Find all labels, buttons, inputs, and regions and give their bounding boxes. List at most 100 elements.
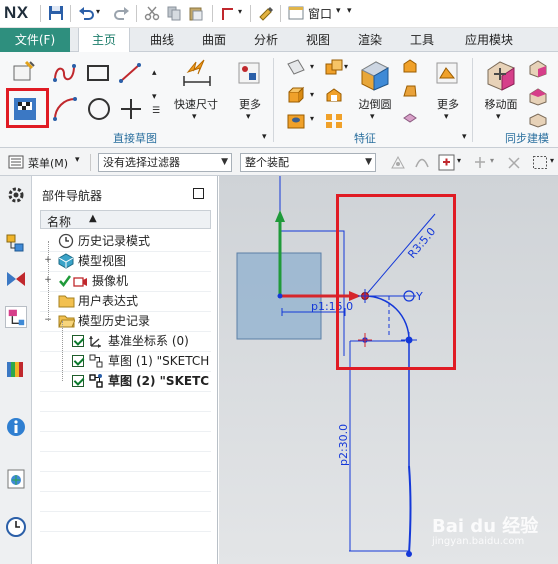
tree-item-cameras[interactable]: + 摄像机 (40, 271, 211, 291)
navigator-column-header[interactable]: 名称 ▲ (40, 210, 211, 229)
line-end-point[interactable] (406, 551, 412, 557)
tab-curve[interactable]: 曲线 (140, 28, 184, 52)
point-icon[interactable] (118, 96, 144, 122)
selection-intent-icon[interactable] (506, 155, 522, 170)
menu-chevron-icon[interactable]: ▾ (75, 155, 80, 165)
hole-icon[interactable] (286, 112, 306, 130)
pull-face-icon[interactable] (528, 58, 548, 78)
tree-item-model-views[interactable]: + 模型视图 (40, 251, 211, 271)
tree-item-datum-csys[interactable]: 基准坐标系 (0) (40, 331, 211, 351)
datum-plane-icon[interactable] (286, 58, 306, 76)
maximize-icon[interactable] (193, 188, 204, 199)
rectangle-select-icon[interactable] (532, 155, 548, 170)
move-face-dropdown-icon[interactable]: ▾ (496, 112, 501, 122)
quick-dimension-button[interactable]: 快速尺寸 (168, 96, 224, 112)
rectangle-icon[interactable] (86, 64, 110, 82)
tree-item-sketch-1[interactable]: 草图 (1) "SKETCH (40, 351, 211, 371)
type-filter-select[interactable]: 没有选择过滤器 ▼ (98, 153, 232, 172)
delete-face-icon[interactable] (528, 112, 548, 128)
tree-item-history-mode[interactable]: 历史记录模式 (40, 231, 211, 251)
trim-body-icon[interactable] (402, 108, 418, 124)
quick-dimension-dropdown-icon[interactable]: ▾ (192, 112, 197, 122)
scroll-up-icon[interactable]: ▴ (152, 68, 157, 78)
snap-point-icon[interactable] (390, 155, 406, 170)
visibility-checkbox[interactable] (72, 375, 84, 387)
tab-analysis[interactable]: 分析 (244, 28, 288, 52)
edge-blend-dropdown-icon[interactable]: ▾ (370, 112, 375, 122)
move-face-button[interactable]: 移动面 (478, 96, 524, 112)
redo-icon[interactable] (114, 5, 130, 21)
group-options-icon[interactable]: ▾ (262, 132, 267, 142)
constraint-navigator-icon[interactable] (5, 268, 27, 290)
replace-face-icon[interactable] (528, 86, 548, 106)
tab-surface[interactable]: 曲面 (192, 28, 236, 52)
tab-file[interactable]: 文件(F) (0, 28, 70, 52)
select-face-icon[interactable] (438, 154, 455, 171)
tree-item-sketch-2[interactable]: 草图 (2) "SKETC (40, 371, 211, 391)
reuse-library-icon[interactable] (5, 358, 27, 380)
rectangle-select-dropdown-icon[interactable]: ▾ (550, 156, 554, 165)
window-menu[interactable]: 窗口 (308, 5, 332, 22)
selection-scope-select[interactable]: 整个装配 ▼ (240, 153, 376, 172)
more-feature-dropdown-icon[interactable]: ▾ (444, 112, 449, 122)
origin-point[interactable] (277, 293, 283, 299)
more-feature-icon[interactable] (434, 60, 460, 86)
history-clock-icon[interactable] (5, 516, 27, 538)
more-sketch-icon[interactable] (236, 60, 262, 86)
sketch-icon[interactable] (12, 60, 38, 84)
menu-button[interactable]: 菜单(M) (28, 155, 68, 171)
boolean-dropdown-icon[interactable]: ▾ (344, 62, 348, 71)
web-browser-icon[interactable] (5, 468, 27, 490)
tab-application[interactable]: 应用模块 (452, 28, 526, 52)
group-options-icon[interactable]: ▾ (462, 132, 467, 142)
window-menu-chevron-icon[interactable]: ▾ (336, 6, 341, 16)
info-icon[interactable] (5, 416, 27, 438)
arc-icon[interactable] (52, 96, 78, 122)
menu-icon[interactable] (8, 155, 24, 169)
gallery-more-icon[interactable]: ☰ (152, 106, 160, 116)
tree-item-user-expressions[interactable]: 用户表达式 (40, 291, 211, 311)
line-icon[interactable] (118, 62, 142, 84)
customize-chevron-icon[interactable]: ▾ (347, 6, 352, 16)
tree-item-model-history[interactable]: − 模型历史记录 (40, 311, 211, 331)
tab-home[interactable]: 主页 (78, 28, 130, 53)
hole-dropdown-icon[interactable]: ▾ (310, 114, 314, 123)
visibility-checkbox[interactable] (72, 335, 84, 347)
quick-dimension-icon[interactable] (180, 58, 214, 88)
more-dropdown-icon[interactable]: ▾ (246, 112, 251, 122)
sort-ascending-icon[interactable]: ▲ (89, 213, 97, 224)
draft-icon[interactable] (402, 82, 418, 98)
move-face-icon[interactable] (484, 58, 518, 92)
more-feature-button[interactable]: 更多 (428, 96, 468, 112)
edge-blend-icon[interactable] (358, 58, 392, 92)
p2-dimension-label[interactable]: p2:30.0 (337, 424, 350, 466)
undo-icon[interactable] (78, 5, 94, 21)
extrude-dropdown-icon[interactable]: ▾ (310, 90, 314, 99)
repeat-dropdown-icon[interactable]: ▾ (238, 7, 242, 16)
part-navigator-icon[interactable] (5, 306, 27, 328)
save-icon[interactable] (48, 5, 64, 21)
visibility-checkbox[interactable] (72, 355, 84, 367)
snap-settings-icon[interactable] (472, 155, 488, 170)
more-button[interactable]: 更多 (230, 96, 270, 112)
circle-icon[interactable] (86, 96, 112, 122)
snap-dropdown-icon[interactable]: ▾ (490, 156, 494, 165)
scroll-down-icon[interactable]: ▾ (152, 92, 157, 102)
copy-icon[interactable] (166, 5, 182, 21)
extrude-icon[interactable] (286, 86, 306, 104)
tab-render[interactable]: 渲染 (348, 28, 392, 52)
repeat-command-icon[interactable] (220, 5, 236, 21)
edge-blend-button[interactable]: 边倒圆 (352, 96, 398, 112)
tab-tools[interactable]: 工具 (400, 28, 444, 52)
chamfer-icon[interactable] (402, 58, 418, 74)
settings-gear-icon[interactable] (5, 184, 27, 206)
undo-dropdown-icon[interactable]: ▾ (96, 7, 100, 16)
shell-icon[interactable] (324, 86, 344, 104)
profile-icon[interactable] (52, 62, 78, 84)
curve-rule-icon[interactable] (414, 155, 430, 170)
touch-mode-icon[interactable] (258, 5, 274, 21)
tab-view[interactable]: 视图 (296, 28, 340, 52)
select-face-dropdown-icon[interactable]: ▾ (457, 156, 461, 165)
paste-icon[interactable] (188, 5, 204, 21)
assembly-navigator-icon[interactable] (5, 232, 27, 254)
